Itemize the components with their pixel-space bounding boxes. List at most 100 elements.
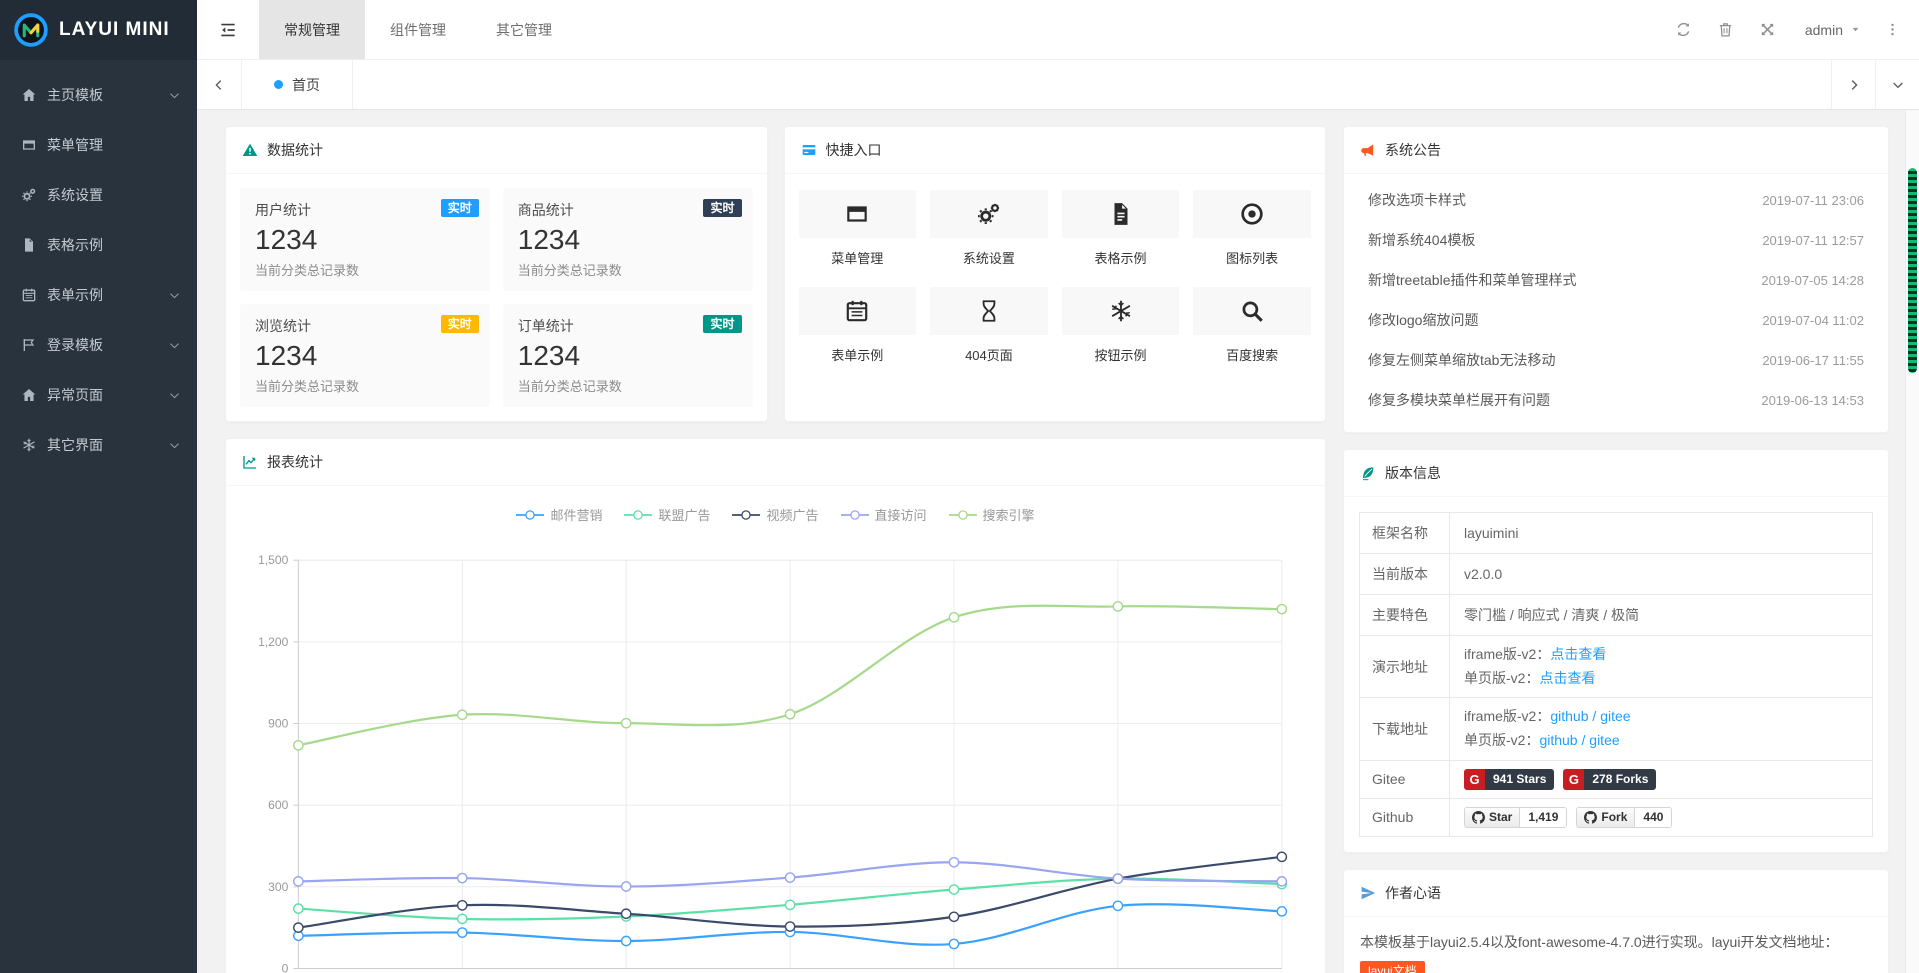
notice-item[interactable]: 新增系统404模板 2019-07-11 12:57 [1368, 220, 1864, 260]
nav-tab-other[interactable]: 其它管理 [471, 0, 577, 59]
chevron-right-icon [1847, 78, 1861, 92]
legend-item[interactable]: 直接访问 [841, 505, 927, 524]
version-row-value: v2.0.0 [1450, 554, 1872, 594]
version-panel-header: 版本信息 [1344, 450, 1888, 497]
report-chart: 03006009001,2001,500周一周二周三周四周五周六周日 [238, 526, 1313, 973]
tabs-scroll-right-button[interactable] [1831, 60, 1875, 109]
fullscreen-button[interactable] [1747, 0, 1789, 60]
tabs-dropdown-button[interactable] [1875, 60, 1919, 109]
more-menu-button[interactable] [1877, 0, 1907, 60]
quick-entry[interactable]: 按钮示例 [1062, 287, 1180, 364]
quick-entry-label: 404页面 [930, 345, 1048, 364]
quick-entry[interactable]: 404页面 [930, 287, 1048, 364]
version-link[interactable]: 点击查看 [1550, 646, 1606, 662]
header-nav-tabs: 常规管理组件管理其它管理 [259, 0, 577, 59]
paper-plane-icon [1360, 885, 1376, 901]
window-icon [21, 137, 37, 153]
stat-cards: 用户统计 实时 1234 当前分类总记录数 商品统计 实时 1234 当前分类总… [226, 174, 767, 421]
quick-entry[interactable]: 菜单管理 [799, 190, 917, 267]
layui-doc-badge[interactable]: layui文档 [1360, 961, 1425, 973]
link-prefix: 单页版-v2： [1464, 732, 1539, 748]
github-badge[interactable]: Star1,419 [1464, 807, 1567, 828]
gitee-logo-icon: G [1464, 769, 1485, 790]
scrollbar-thumb[interactable] [1908, 168, 1917, 373]
dots-vertical-icon [1884, 21, 1901, 38]
octocat-icon [1472, 811, 1485, 824]
notice-item[interactable]: 修改选项卡样式 2019-07-11 23:06 [1368, 180, 1864, 220]
notice-item[interactable]: 修复多模块菜单栏展开有问题 2019-06-13 14:53 [1368, 380, 1864, 420]
tabs-scroll-left-button[interactable] [197, 60, 241, 109]
quick-entries: 菜单管理 系统设置 表格示例 图标列表 表单示例 404页面 按钮示例 百度搜索 [785, 174, 1326, 380]
page-scrollbar[interactable] [1905, 110, 1919, 973]
sidebar-item-menu-manage[interactable]: 菜单管理 [0, 120, 197, 170]
quick-entry[interactable]: 系统设置 [930, 190, 1048, 267]
notice-item[interactable]: 修改logo缩放问题 2019-07-04 11:02 [1368, 300, 1864, 340]
stats-panel: 数据统计 用户统计 实时 1234 当前分类总记录数 商品统计 实时 1234 … [225, 126, 768, 422]
quick-entry[interactable]: 图标列表 [1193, 190, 1311, 267]
notice-date: 2019-07-11 12:57 [1762, 233, 1864, 248]
sidebar-item-other-interface[interactable]: 其它界面 [0, 420, 197, 470]
user-dropdown[interactable]: admin [1789, 0, 1877, 60]
sidebar-item-home-template[interactable]: 主页模板 [0, 70, 197, 120]
notice-item[interactable]: 新增treetable插件和菜单管理样式 2019-07-05 14:28 [1368, 260, 1864, 300]
sidebar-item-label: 菜单管理 [47, 135, 181, 155]
author-panel: 作者心语 本模板基于layui2.5.4以及font-awesome-4.7.0… [1343, 869, 1889, 973]
notice-text: 修改logo缩放问题 [1368, 310, 1478, 330]
svg-text:300: 300 [268, 880, 288, 894]
legend-item[interactable]: 搜索引擎 [949, 505, 1035, 524]
top-header: 常规管理组件管理其它管理 [197, 0, 1919, 60]
stat-card-desc: 当前分类总记录数 [518, 376, 738, 395]
svg-text:900: 900 [268, 717, 288, 731]
page-content: 数据统计 用户统计 实时 1234 当前分类总记录数 商品统计 实时 1234 … [197, 110, 1919, 973]
version-panel: 版本信息 框架名称 layuimini 当前版本 v2.0.0 主要特色 零门槛… [1343, 449, 1889, 853]
app-logo[interactable]: LAYUI MINI [0, 0, 197, 60]
gitee-badge[interactable]: G278 Forks [1563, 769, 1656, 790]
notice-date: 2019-07-05 14:28 [1761, 273, 1864, 288]
nav-tab-regular[interactable]: 常规管理 [259, 0, 365, 59]
trash-icon [1717, 21, 1734, 38]
legend-item[interactable]: 联盟广告 [624, 505, 710, 524]
quick-entry-icon-box [1062, 190, 1180, 238]
quick-entry[interactable]: 表单示例 [799, 287, 917, 364]
legend-marker-icon [624, 509, 652, 521]
sidebar-item-error-page[interactable]: 异常页面 [0, 370, 197, 420]
version-link[interactable]: github [1550, 708, 1588, 724]
fullscreen-icon [1759, 21, 1776, 38]
sidebar-item-system-setting[interactable]: 系统设置 [0, 170, 197, 220]
version-link[interactable]: github [1539, 732, 1577, 748]
sidebar-item-form-example[interactable]: 表单示例 [0, 270, 197, 320]
version-table: 框架名称 layuimini 当前版本 v2.0.0 主要特色 零门槛 / 响应… [1359, 512, 1873, 837]
refresh-button[interactable] [1663, 0, 1705, 60]
quick-entry[interactable]: 百度搜索 [1193, 287, 1311, 364]
link-separator: / [1589, 708, 1601, 724]
version-row-label: 演示地址 [1360, 636, 1450, 697]
legend-item[interactable]: 邮件营销 [516, 505, 602, 524]
version-link[interactable]: 点击查看 [1539, 670, 1595, 686]
nav-tab-component[interactable]: 组件管理 [365, 0, 471, 59]
realtime-badge: 实时 [441, 199, 479, 217]
quick-entry-icon-box [1062, 287, 1180, 335]
tab-home[interactable]: 首页 [241, 60, 353, 109]
notice-text: 新增系统404模板 [1368, 230, 1475, 250]
notice-item[interactable]: 修复左侧菜单缩放tab无法移动 2019-06-17 11:55 [1368, 340, 1864, 380]
realtime-badge: 实时 [703, 315, 741, 333]
author-paragraph: 本模板基于layui2.5.4以及font-awesome-4.7.0进行实现。… [1360, 930, 1872, 956]
legend-item[interactable]: 视频广告 [732, 505, 818, 524]
sidebar-item-table-example[interactable]: 表格示例 [0, 220, 197, 270]
quick-entry-label: 表单示例 [799, 345, 917, 364]
gitee-badge[interactable]: G941 Stars [1464, 769, 1554, 790]
left-column: 数据统计 用户统计 实时 1234 当前分类总记录数 商品统计 实时 1234 … [225, 126, 1326, 973]
github-badge[interactable]: Fork440 [1576, 807, 1672, 828]
version-link[interactable]: gitee [1589, 732, 1619, 748]
version-row: 框架名称 layuimini [1360, 513, 1872, 554]
sidebar-item-login-template[interactable]: 登录模板 [0, 320, 197, 370]
chevron-down-icon [168, 389, 181, 402]
sidebar-item-label: 表单示例 [47, 285, 168, 305]
sidebar-toggle-button[interactable] [197, 0, 259, 59]
quick-entry[interactable]: 表格示例 [1062, 190, 1180, 267]
chevron-down-icon [168, 289, 181, 302]
sidebar-item-label: 异常页面 [47, 385, 168, 405]
version-link[interactable]: gitee [1600, 708, 1630, 724]
clear-cache-button[interactable] [1705, 0, 1747, 60]
chevron-left-icon [212, 78, 226, 92]
